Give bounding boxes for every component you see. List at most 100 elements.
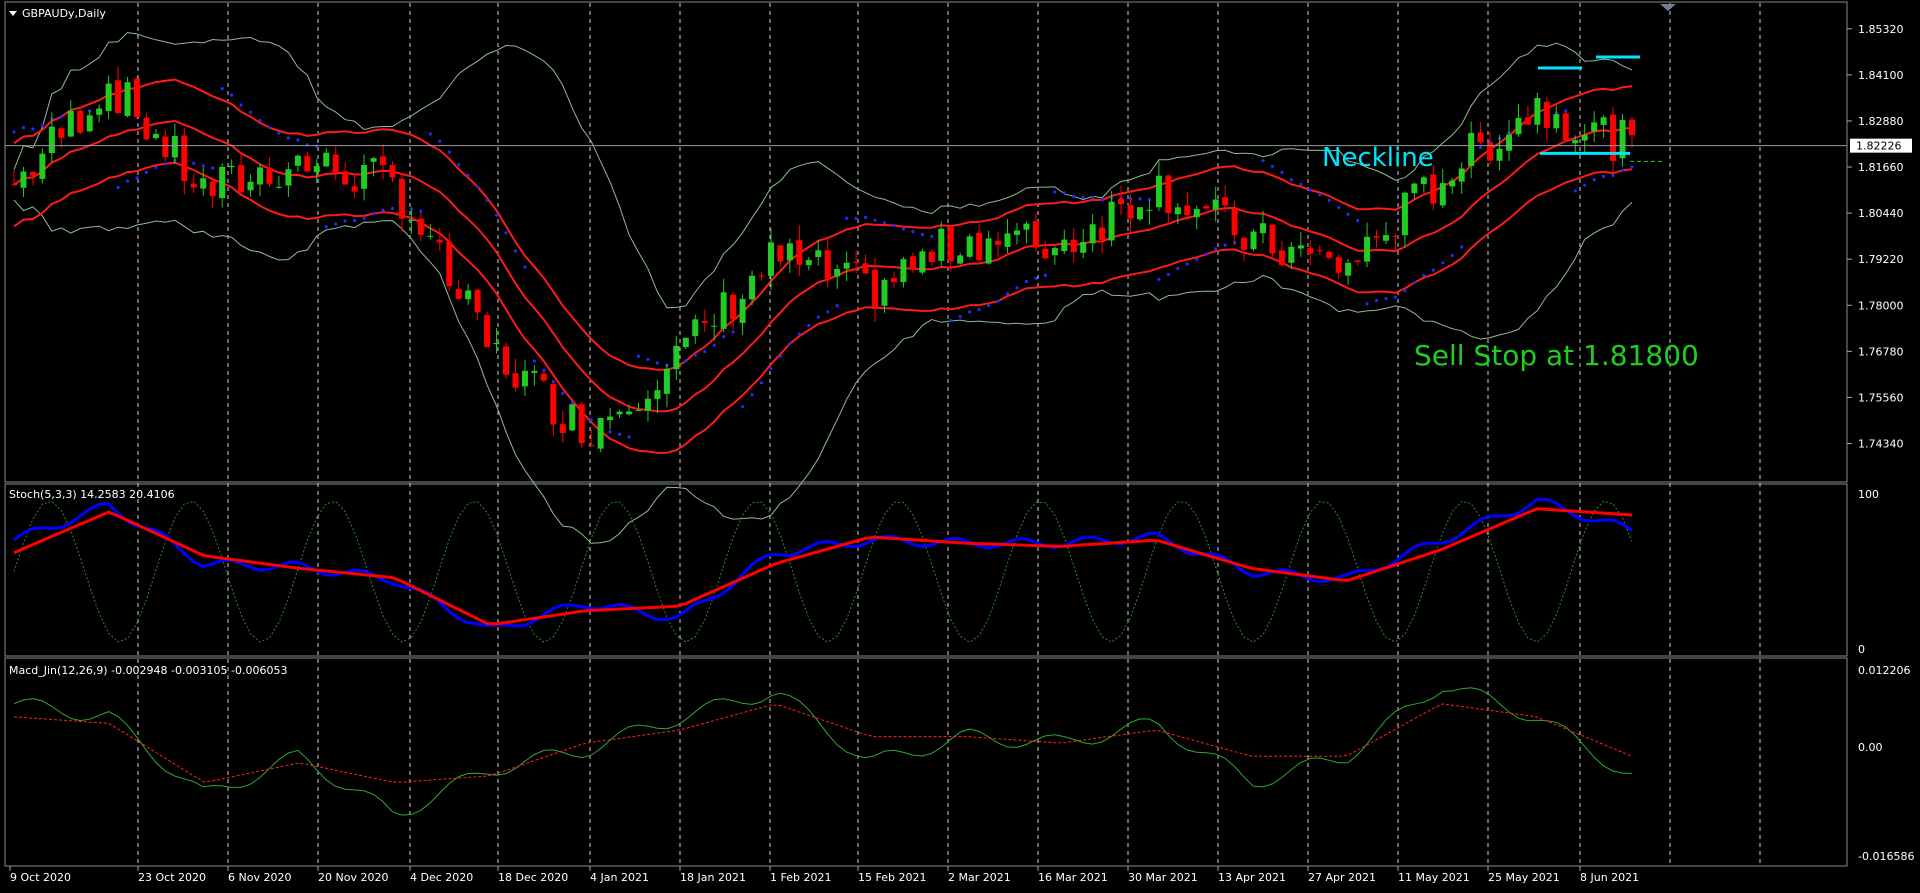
sar-dot <box>286 136 290 140</box>
sar-dot <box>1431 268 1435 272</box>
sar-dot <box>911 230 915 234</box>
sar-dot <box>1043 273 1047 277</box>
candle-body <box>209 181 216 197</box>
envelope-upper <box>13 78 1633 371</box>
sar-dot <box>920 232 924 237</box>
date-tick-label: 15 Feb 2021 <box>858 871 926 884</box>
sar-dot <box>334 222 338 226</box>
date-tick-label: 1 Feb 2021 <box>770 871 831 884</box>
sar-dot <box>1441 261 1445 265</box>
sar-dot <box>1157 277 1161 281</box>
candle-body <box>957 255 964 264</box>
price-tick-label: 1.74340 <box>1858 437 1904 450</box>
candle-body <box>1042 248 1049 259</box>
sar-dot <box>1602 174 1606 178</box>
sar-dot <box>968 310 972 314</box>
sar-dot <box>1138 197 1142 201</box>
sar-dot <box>807 323 811 328</box>
symbol-label: GBPAUDy,Daily <box>22 7 106 20</box>
candle-body <box>446 241 453 286</box>
sar-dot <box>12 130 16 134</box>
sar-dot <box>608 430 612 434</box>
sar-dot <box>230 93 234 97</box>
sar-dot <box>1365 302 1369 306</box>
candle-body <box>531 370 538 373</box>
candle-body <box>370 158 377 162</box>
sar-dot <box>958 315 962 319</box>
sar-dot <box>1100 198 1104 202</box>
sar-dot <box>31 127 35 131</box>
candle-body <box>389 164 396 178</box>
sar-dot <box>1204 252 1208 256</box>
candle-body <box>711 325 718 327</box>
candle-body <box>767 242 774 276</box>
stoch-signal-line <box>13 507 1633 626</box>
candle-body <box>1316 250 1323 252</box>
sar-dot <box>778 354 783 359</box>
candle-body <box>351 186 358 192</box>
sar-dot <box>1611 173 1615 178</box>
stoch-scale-bottom: 0 <box>1858 643 1865 656</box>
stoch-raw-line <box>13 500 1633 643</box>
candle-body <box>171 136 178 158</box>
shift-marker-icon[interactable] <box>1660 4 1676 11</box>
sell-stop-annotation: Sell Stop at 1.81800 <box>1414 339 1699 372</box>
sar-dot <box>1573 189 1577 193</box>
sar-dot <box>845 216 849 220</box>
sar-dot <box>1072 195 1076 199</box>
menu-triangle-icon[interactable] <box>9 11 17 16</box>
candle-body <box>181 135 188 182</box>
sar-dot <box>1403 289 1407 293</box>
candle-body <box>257 167 264 185</box>
candle-body <box>976 232 983 261</box>
candle-body <box>1449 180 1456 187</box>
candle-body <box>900 259 907 283</box>
sar-dot <box>532 359 537 363</box>
candle-body <box>228 165 235 168</box>
sar-dot <box>1337 205 1341 209</box>
candle-body <box>730 294 737 320</box>
candle-body <box>162 136 169 158</box>
candle-body <box>1259 223 1266 234</box>
chart-canvas[interactable]: 1.85320 1.84100 1.82880 1.81660 1.80440 1.792… <box>0 0 1920 889</box>
candle-body <box>881 279 888 306</box>
candle-body <box>427 235 434 237</box>
macd-signal-line <box>13 703 1633 783</box>
candle-body <box>1099 227 1106 241</box>
main-panel-border <box>4 1 1848 483</box>
candle-body <box>1515 117 1522 135</box>
candle-body <box>635 410 642 412</box>
candle-body <box>380 156 387 166</box>
candle-body <box>503 346 510 375</box>
sar-dot <box>59 115 63 119</box>
main-indicators <box>12 31 1634 544</box>
sar-dot <box>1630 165 1634 169</box>
candle-body <box>1297 245 1304 249</box>
candle-body <box>190 183 197 188</box>
price-tick-label: 1.78000 <box>1858 299 1904 312</box>
sar-dot <box>589 418 593 422</box>
date-tick-label: 11 May 2021 <box>1398 871 1470 884</box>
candle-body <box>985 238 992 264</box>
candle-body <box>1572 140 1579 144</box>
candle-body <box>805 260 812 266</box>
candle-body <box>342 171 349 185</box>
candle-body <box>1382 235 1389 241</box>
candle-body <box>200 178 207 189</box>
sar-dot <box>1024 279 1029 284</box>
sar-dot <box>769 366 773 371</box>
candle-body <box>455 289 462 299</box>
candle-body <box>474 289 481 313</box>
candle-body <box>58 128 65 138</box>
sar-dot <box>646 357 650 361</box>
candle-body <box>739 298 746 323</box>
sar-dot <box>570 401 574 405</box>
sar-dot <box>248 110 253 114</box>
date-axis: 9 Oct 2020 23 Oct 2020 6 Nov 2020 20 Nov 20… <box>9 866 1639 884</box>
candle-body <box>1430 174 1437 204</box>
candle-body <box>1326 251 1333 258</box>
sar-dot <box>693 353 697 357</box>
candle-body <box>1184 205 1191 216</box>
sar-dot <box>684 359 688 363</box>
sar-dot <box>390 206 395 211</box>
